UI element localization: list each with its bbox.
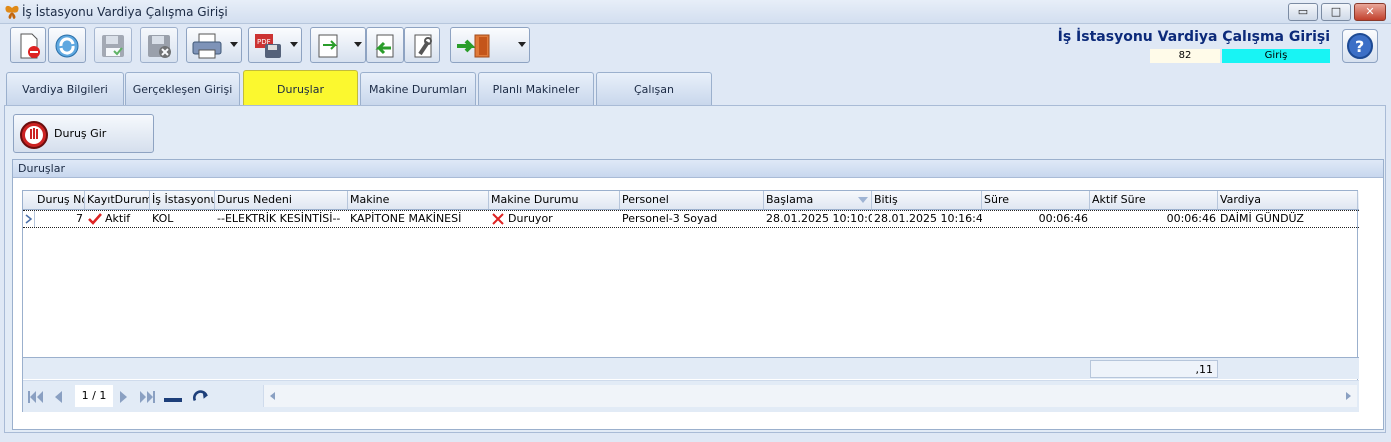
grid-navigator: 1 / 1: [23, 380, 1359, 412]
back-button[interactable]: [366, 27, 404, 63]
next-page-icon[interactable]: [119, 390, 129, 404]
pdf-export-icon: PDF: [255, 34, 281, 58]
refresh-row-icon[interactable]: [191, 390, 211, 404]
group-title: Duruşlar: [13, 160, 1383, 178]
new-button[interactable]: [10, 27, 46, 63]
scroll-left-icon[interactable]: [268, 391, 276, 401]
previous-page-icon[interactable]: [53, 390, 63, 404]
tab-vardiya-bilgileri[interactable]: Vardiya Bilgileri: [6, 72, 124, 105]
close-icon: ✕: [1365, 5, 1375, 18]
save-button[interactable]: [94, 27, 132, 63]
column-header-makine[interactable]: Makine: [348, 191, 489, 209]
column-header-kayit-durumu[interactable]: KayıtDurumu: [85, 191, 150, 209]
refresh-button[interactable]: [48, 27, 86, 63]
duruslar-grid: Duruş No KayıtDurumu İş İstasyonu Durus …: [22, 190, 1359, 412]
summary-aktif-sure: ,11: [1090, 360, 1218, 378]
column-header-sure[interactable]: Süre: [982, 191, 1090, 209]
row-indicator[interactable]: [23, 211, 35, 227]
column-header-vardiya[interactable]: Vardiya: [1218, 191, 1358, 209]
tab-planli-makineler[interactable]: Planlı Makineler: [478, 72, 594, 105]
cell-vardiya: DAİMİ GÜNDÜZ: [1220, 212, 1304, 225]
delete-record-button[interactable]: [140, 27, 178, 63]
stop-hand-icon: [20, 121, 48, 149]
status-badge: Giriş: [1222, 49, 1330, 63]
durus-gir-button[interactable]: Duruş Gir: [13, 114, 154, 153]
tab-content-duruslar: Duruş Gir Duruşlar Duruş No KayıtDurumu …: [4, 105, 1386, 433]
page-indicator: 1 / 1: [75, 385, 113, 407]
grid-summary-footer: ,11: [23, 357, 1359, 379]
column-header-durus-nedeni[interactable]: Durus Nedeni: [215, 191, 348, 209]
print-button[interactable]: [186, 27, 242, 63]
column-header-makine-durumu[interactable]: Makine Durumu: [489, 191, 620, 209]
chevron-down-icon: [518, 42, 526, 47]
title-bar: İş İstasyonu Vardiya Çalışma Girişi ▭ □ …: [0, 0, 1391, 24]
print-icon: [192, 33, 222, 59]
pdf-export-button[interactable]: PDF: [248, 27, 302, 63]
back-icon: [375, 34, 394, 58]
cell-durus-no: 7: [76, 212, 83, 225]
close-button[interactable]: ✕: [1354, 3, 1386, 21]
settings-button[interactable]: [404, 27, 440, 63]
scroll-right-icon[interactable]: [1345, 391, 1353, 401]
window-title: İş İstasyonu Vardiya Çalışma Girişi: [22, 5, 228, 19]
column-header-is-istasyonu[interactable]: İş İstasyonu: [150, 191, 215, 209]
chevron-down-icon: [354, 42, 362, 47]
cell-makine: KAPİTONE MAKİNESİ: [350, 212, 462, 225]
chevron-right-icon: [25, 214, 33, 224]
column-header-aktif-sure[interactable]: Aktif Süre: [1090, 191, 1218, 209]
tab-calisan[interactable]: Çalışan: [596, 72, 712, 105]
tab-makine-durumlari[interactable]: Makine Durumları: [360, 72, 476, 105]
maximize-icon: □: [1330, 5, 1342, 18]
cell-makine-durumu: Duruyor: [508, 212, 553, 225]
export-icon: [318, 34, 338, 58]
cell-is-istasyonu: KOL: [152, 212, 174, 225]
table-row[interactable]: 7 Aktif KOL --ELEKTRİK KESİNTİSİ-- KAPİT…: [23, 210, 1359, 228]
remove-row-icon[interactable]: [164, 393, 182, 407]
delete-icon: [148, 35, 171, 58]
column-header-bitis[interactable]: Bitiş: [872, 191, 982, 209]
cell-kayit-durumu: Aktif: [105, 212, 131, 225]
cell-sure: 00:06:46: [1038, 212, 1088, 225]
minimize-button[interactable]: ▭: [1288, 3, 1318, 21]
chevron-down-icon: [230, 42, 238, 47]
refresh-icon: [55, 34, 79, 58]
chevron-down-icon: [290, 42, 298, 47]
exit-button[interactable]: [450, 27, 530, 63]
tab-gerceklesen-girisi[interactable]: Gerçekleşen Girişi: [125, 72, 240, 105]
cell-baslama: 28.01.2025 10:10:00: [766, 212, 872, 225]
first-page-icon[interactable]: [27, 390, 45, 404]
cell-personel: Personel-3 Soyad: [622, 212, 718, 225]
record-number: 82: [1150, 49, 1220, 63]
export-button[interactable]: [310, 27, 366, 63]
durus-gir-label: Duruş Gir: [54, 127, 107, 140]
minimize-icon: ▭: [1297, 5, 1309, 18]
duruslar-group: Duruşlar Duruş No KayıtDurumu İş İstasyo…: [12, 159, 1384, 430]
page-title: İş İstasyonu Vardiya Çalışma Girişi: [1057, 29, 1330, 45]
tab-duruslar[interactable]: Duruşlar: [243, 70, 358, 107]
cell-bitis: 28.01.2025 10:16:46: [874, 212, 982, 225]
help-button[interactable]: ?: [1342, 29, 1378, 63]
column-header-personel[interactable]: Personel: [620, 191, 764, 209]
checkmark-icon: [88, 213, 102, 225]
svg-text:?: ?: [1355, 37, 1364, 56]
red-x-icon: [492, 213, 504, 225]
column-header-baslama[interactable]: Başlama: [764, 191, 872, 209]
new-icon: [20, 33, 40, 59]
exit-icon: [457, 34, 490, 58]
wrench-icon: [414, 34, 432, 58]
tab-strip: Vardiya Bilgileri Gerçekleşen Girişi Dur…: [0, 70, 1391, 107]
sort-descending-icon: [858, 197, 868, 203]
horizontal-scrollbar[interactable]: [263, 385, 1357, 407]
column-header-durus-no[interactable]: Duruş No: [35, 191, 85, 209]
maximize-button[interactable]: □: [1321, 3, 1351, 21]
save-icon: [102, 35, 124, 57]
help-icon: ?: [1347, 33, 1373, 59]
last-page-icon[interactable]: [138, 390, 156, 404]
cell-durus-nedeni: --ELEKTRİK KESİNTİSİ--: [217, 212, 341, 225]
butterfly-app-icon: [5, 5, 19, 19]
cell-aktif-sure: 00:06:46: [1166, 212, 1216, 225]
grid-header: Duruş No KayıtDurumu İş İstasyonu Durus …: [23, 191, 1359, 210]
